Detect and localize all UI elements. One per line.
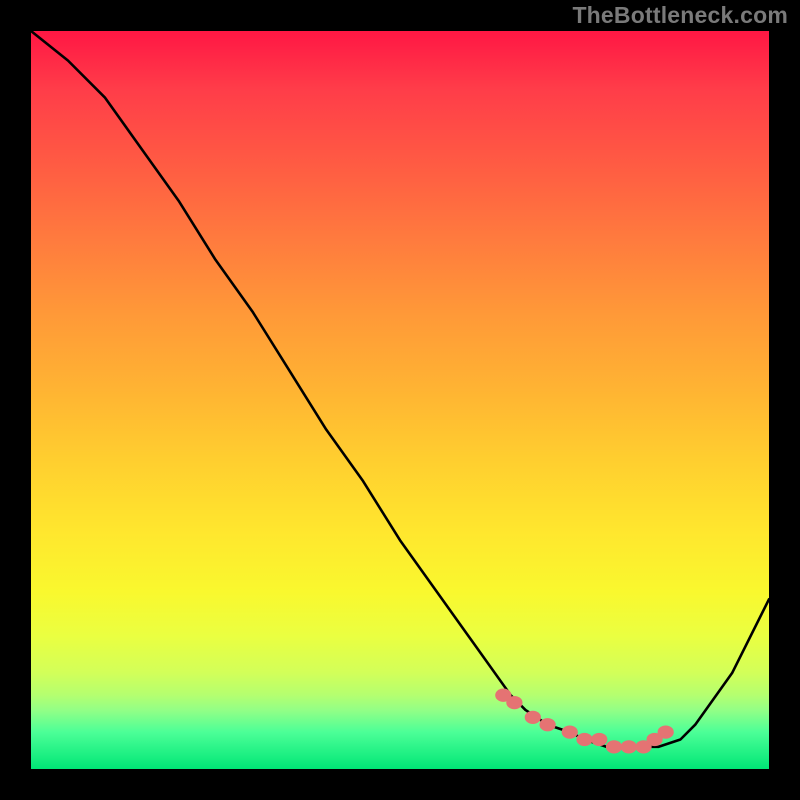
bottleneck-curve: [31, 31, 769, 747]
marker-group: [495, 689, 674, 754]
curve-svg: [31, 31, 769, 769]
figure-container: TheBottleneck.com: [0, 0, 800, 800]
watermark-text: TheBottleneck.com: [572, 2, 788, 29]
curve-marker: [562, 725, 578, 738]
curve-marker: [621, 740, 637, 753]
curve-marker: [576, 733, 592, 746]
curve-marker: [506, 696, 522, 709]
curve-marker: [658, 725, 674, 738]
plot-area: [31, 31, 769, 769]
curve-marker: [591, 733, 607, 746]
curve-marker: [606, 740, 622, 753]
curve-marker: [539, 718, 555, 731]
curve-marker: [525, 711, 541, 724]
